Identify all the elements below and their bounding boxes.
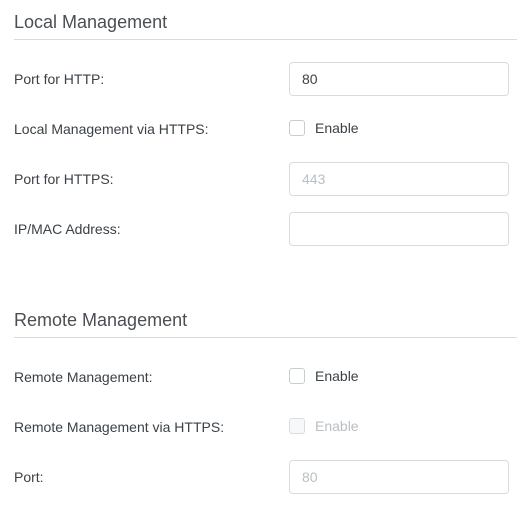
local-https-enable-checkbox[interactable]: [289, 120, 305, 136]
local-https-enable-text: Enable: [315, 120, 359, 136]
row-ipmac: IP/MAC Address:: [14, 212, 517, 246]
remote-https-enable-text: Enable: [315, 418, 359, 434]
ipmac-label: IP/MAC Address:: [14, 221, 289, 237]
row-remote-enable: Remote Management: Enable: [14, 360, 517, 394]
remote-enable-text: Enable: [315, 368, 359, 384]
https-port-label: Port for HTTPS:: [14, 171, 289, 187]
row-local-https-enable: Local Management via HTTPS: Enable: [14, 112, 517, 146]
local-https-enable-label: Local Management via HTTPS:: [14, 121, 289, 137]
row-remote-https-enable: Remote Management via HTTPS: Enable: [14, 410, 517, 444]
row-https-port: Port for HTTPS:: [14, 162, 517, 196]
remote-divider: [14, 337, 517, 338]
remote-https-enable-checkbox: [289, 418, 305, 434]
local-divider: [14, 39, 517, 40]
remote-enable-label: Remote Management:: [14, 369, 289, 385]
local-management-title: Local Management: [14, 12, 517, 33]
row-http-port: Port for HTTP:: [14, 62, 517, 96]
row-remote-port: Port:: [14, 460, 517, 494]
remote-https-enable-label: Remote Management via HTTPS:: [14, 419, 289, 435]
remote-enable-checkbox[interactable]: [289, 368, 305, 384]
remote-management-title: Remote Management: [14, 310, 517, 331]
remote-port-label: Port:: [14, 469, 289, 485]
http-port-label: Port for HTTP:: [14, 71, 289, 87]
http-port-input[interactable]: [289, 62, 509, 96]
remote-port-input: [289, 460, 509, 494]
https-port-input: [289, 162, 509, 196]
ipmac-input[interactable]: [289, 212, 509, 246]
